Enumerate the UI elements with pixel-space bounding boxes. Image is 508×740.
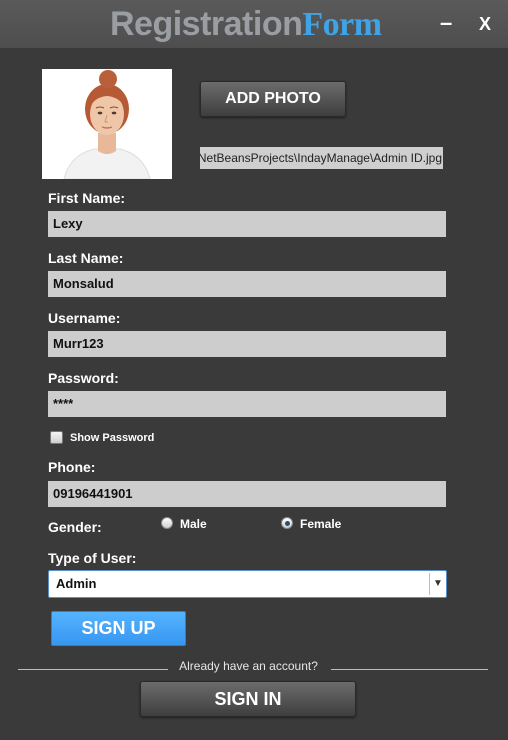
photo-path-field[interactable]: C:\Users\NetBeansProjects\IndayManage\Ad… <box>200 147 443 169</box>
phone-label: Phone: <box>48 459 96 475</box>
title-bar[interactable]: RegistrationForm – X <box>0 0 508 48</box>
registration-window: RegistrationForm – X ADD PHOTO NetBeansP… <box>0 0 508 740</box>
show-password-label: Show Password <box>70 431 155 444</box>
gender-female-radio[interactable] <box>281 517 293 529</box>
title-part-registration: Registration <box>110 5 303 43</box>
close-button[interactable]: X <box>479 14 491 35</box>
divider-left <box>18 669 168 670</box>
password-field[interactable]: **** <box>48 391 446 417</box>
username-label: Username: <box>48 310 121 326</box>
first-name-field[interactable]: Lexy <box>48 211 446 237</box>
divider-right <box>331 669 488 670</box>
user-type-value: Admin <box>56 576 97 591</box>
profile-photo <box>42 69 172 179</box>
gender-female-label: Female <box>300 517 342 531</box>
gender-male-label: Male <box>180 517 207 531</box>
phone-field[interactable]: 09196441901 <box>48 481 446 507</box>
sign-up-button[interactable]: SIGN UP <box>51 611 186 646</box>
user-type-select[interactable]: Admin ▼ <box>48 570 447 598</box>
add-photo-button[interactable]: ADD PHOTO <box>200 81 346 117</box>
dropdown-arrow-icon[interactable]: ▼ <box>429 573 446 595</box>
gender-label: Gender: <box>48 519 102 535</box>
last-name-label: Last Name: <box>48 250 124 266</box>
password-label: Password: <box>48 370 119 386</box>
photo-path-text: C:\Users\NetBeansProjects\IndayManage\Ad… <box>200 151 442 165</box>
first-name-label: First Name: <box>48 190 126 206</box>
show-password-checkbox[interactable] <box>50 431 63 444</box>
profile-photo-image <box>42 69 172 179</box>
sign-in-button[interactable]: SIGN IN <box>140 681 356 717</box>
already-account-text: Already have an account? <box>179 659 318 673</box>
user-type-label: Type of User: <box>48 550 137 566</box>
window-title: RegistrationForm <box>110 5 382 44</box>
username-field[interactable]: Murr123 <box>48 331 446 357</box>
last-name-field[interactable]: Monsalud <box>48 271 446 297</box>
minimize-button[interactable]: – <box>440 10 452 36</box>
gender-male-radio[interactable] <box>161 517 173 529</box>
show-password-option[interactable]: Show Password <box>50 431 154 444</box>
title-part-form: Form <box>302 6 382 43</box>
